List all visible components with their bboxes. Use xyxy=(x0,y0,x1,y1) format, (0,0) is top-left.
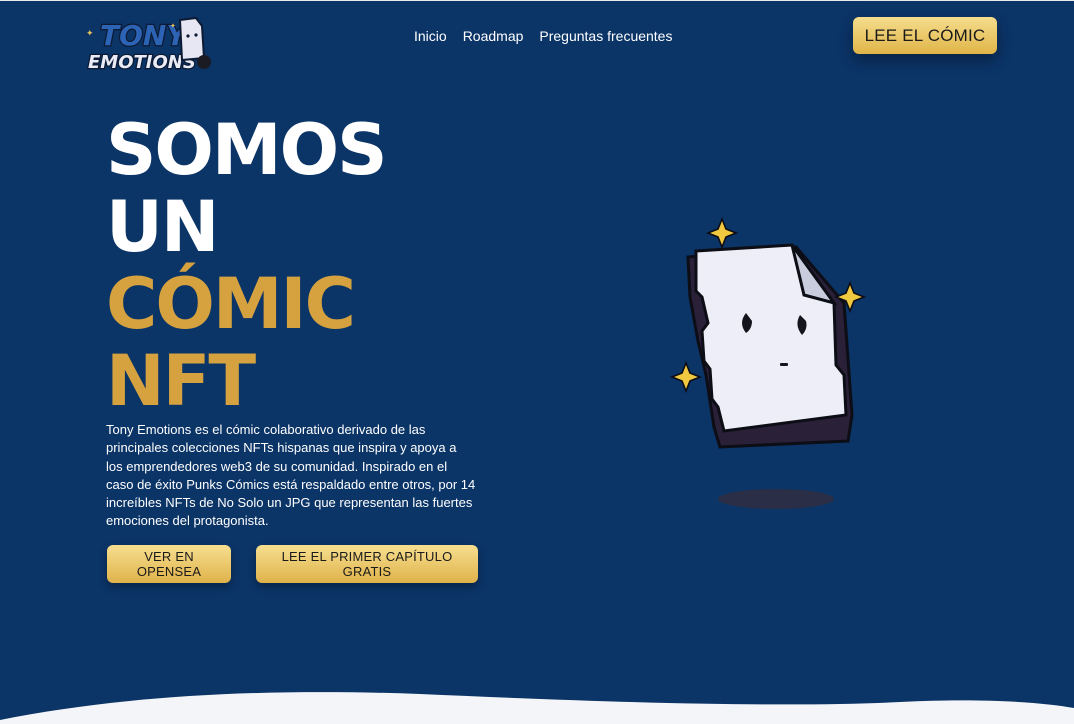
logo-text-emotions: EMOTIONS xyxy=(88,52,196,72)
hero-title: SOMOS UN CÓMIC NFT xyxy=(106,109,388,422)
read-comic-button[interactable]: LEE EL CÓMIC xyxy=(853,17,997,54)
hero-title-line-accent: NFT xyxy=(106,340,256,422)
logo-text-tony: TONY xyxy=(100,19,189,52)
main-nav: Inicio Roadmap Preguntas frecuentes xyxy=(414,28,672,44)
sparkle-icon xyxy=(669,360,703,394)
mascot-body xyxy=(694,243,848,433)
sparkle-icon: ✦ xyxy=(170,22,176,30)
nav-link-preguntas-frecuentes[interactable]: Preguntas frecuentes xyxy=(539,28,672,44)
tony-emotions-logo[interactable]: TONY EMOTIONS ✦ ✦ xyxy=(84,14,218,72)
nav-link-inicio[interactable]: Inicio xyxy=(414,28,447,44)
hero-description: Tony Emotions es el cómic colaborativo d… xyxy=(106,422,476,529)
view-on-opensea-button[interactable]: VER EN OPENSEA xyxy=(107,545,231,583)
nav-link-roadmap[interactable]: Roadmap xyxy=(463,28,524,44)
hero-title-line-accent: CÓMIC xyxy=(106,263,356,345)
sparkle-icon: ✦ xyxy=(86,28,94,38)
mascot-mouth xyxy=(780,363,788,366)
mascot-shadow xyxy=(718,489,834,509)
top-border xyxy=(0,0,1074,1)
hero-title-line: UN xyxy=(106,186,219,268)
bottom-wave-divider xyxy=(0,692,1074,724)
paper-character-illustration xyxy=(669,216,867,509)
sparkle-icon xyxy=(705,216,739,250)
hero-title-line: SOMOS xyxy=(106,109,388,191)
read-first-chapter-button[interactable]: LEE EL PRIMER CAPÍTULO GRATIS xyxy=(256,545,478,583)
